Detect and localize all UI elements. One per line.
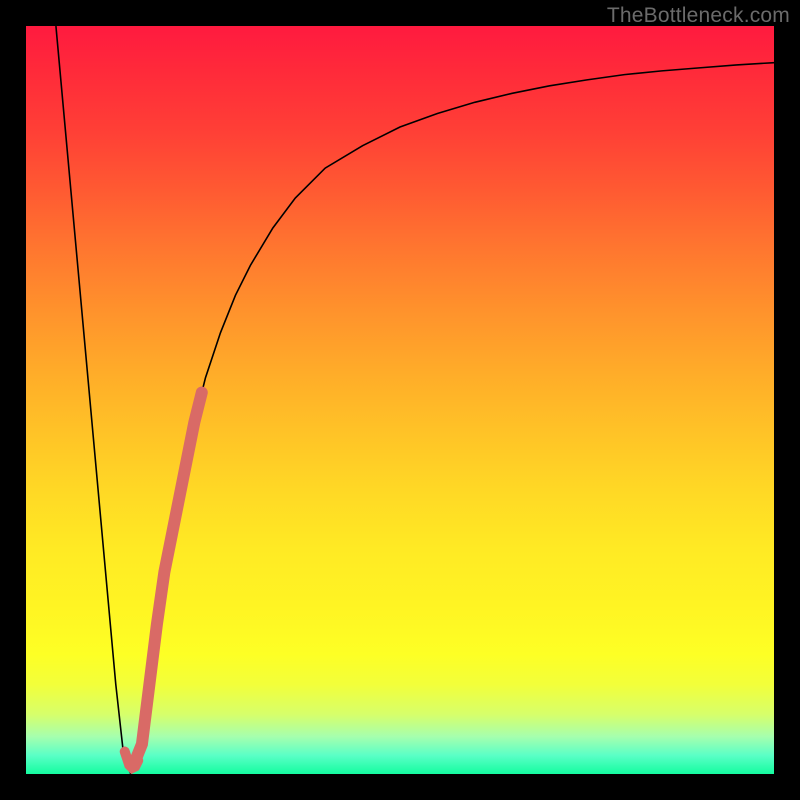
- curve-overlay: [26, 26, 774, 774]
- series-highlight-band: [134, 393, 201, 763]
- watermark-text: TheBottleneck.com: [607, 4, 790, 28]
- series-bottleneck-curve: [56, 26, 774, 774]
- plot-area: [26, 26, 774, 774]
- chart-frame: TheBottleneck.com: [0, 0, 800, 800]
